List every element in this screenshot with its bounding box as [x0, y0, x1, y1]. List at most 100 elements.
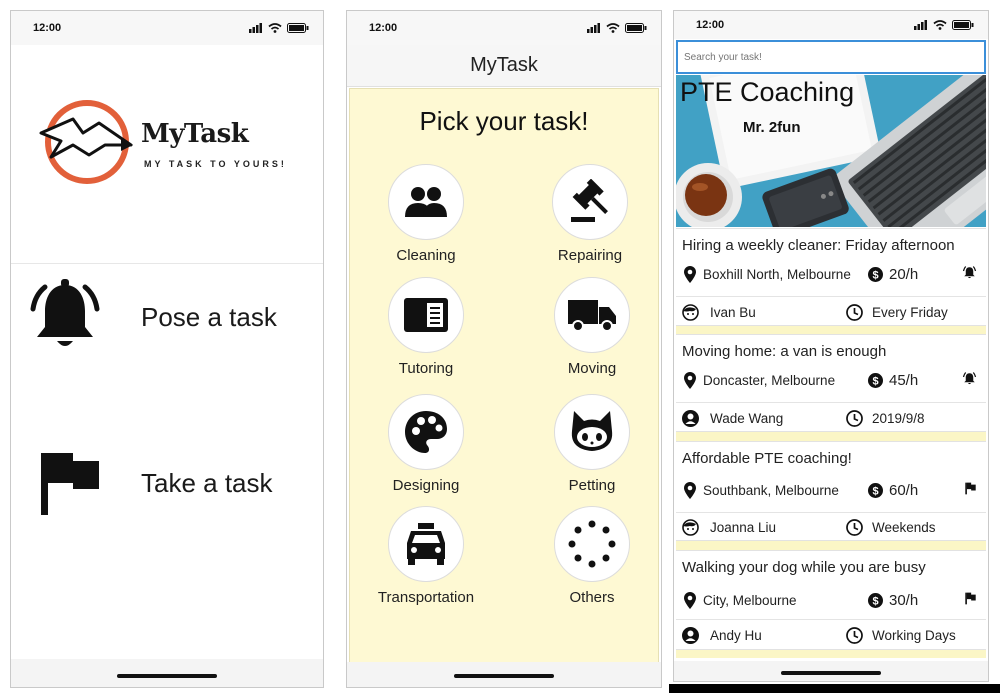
nav-bar: MyTask: [347, 45, 661, 87]
task-schedule-text: Every Friday: [872, 304, 948, 320]
task-list: Hiring a weekly cleaner: Friday afternoo…: [676, 228, 986, 658]
category-transportation[interactable]: Transportation: [366, 506, 486, 606]
task-poster: Wade Wang: [682, 409, 784, 427]
task-schedule: 2019/9/8: [846, 409, 925, 427]
divider: [11, 263, 323, 264]
status-bar: 12:00: [347, 11, 661, 45]
face-icon: [682, 303, 699, 321]
task-location: Southbank, Melbourne: [684, 481, 839, 499]
bell-icon: [962, 265, 977, 283]
task-card[interactable]: Moving home: a van is enough Doncaster, …: [676, 334, 986, 432]
task-schedule-text: 2019/9/8: [872, 410, 925, 426]
category-label: Cleaning: [396, 247, 456, 264]
category-label: Transportation: [377, 589, 475, 606]
flag-icon: [25, 441, 105, 526]
task-schedule: Weekends: [846, 518, 936, 536]
status-icons: [587, 23, 647, 33]
bell-icon: [962, 371, 977, 389]
battery-icon: [287, 23, 309, 33]
home-indicator[interactable]: [117, 674, 217, 678]
location-pin-icon: [684, 265, 696, 283]
task-poster-name: Wade Wang: [710, 410, 784, 426]
task-poster-name: Joanna Liu: [710, 519, 777, 535]
bell-icon: [25, 275, 105, 360]
flag-icon: [964, 482, 977, 498]
task-price: $ 45/h: [868, 372, 918, 389]
location-pin-icon: [684, 591, 696, 609]
status-time: 12:00: [369, 22, 398, 34]
pick-heading: Pick your task!: [419, 106, 589, 136]
dollar-icon: $: [868, 482, 883, 498]
task-title: Hiring a weekly cleaner: Friday afternoo…: [682, 237, 955, 254]
category-others[interactable]: Others: [532, 506, 652, 606]
clock-icon: [846, 303, 863, 321]
bottom-area: [11, 659, 323, 687]
task-card[interactable]: Hiring a weekly cleaner: Friday afternoo…: [676, 228, 986, 326]
category-tutoring[interactable]: Tutoring: [366, 277, 486, 377]
category-cleaning[interactable]: Cleaning: [366, 164, 486, 264]
task-location-text: Southbank, Melbourne: [703, 482, 839, 498]
search-input[interactable]: [676, 40, 986, 74]
category-petting[interactable]: Petting: [532, 394, 652, 494]
banner-subtitle: Mr. 2fun: [743, 119, 801, 136]
category-label: Petting: [568, 477, 616, 494]
task-card[interactable]: Walking your dog while you are busy City…: [676, 550, 986, 650]
pose-task-label: Pose a task: [141, 301, 277, 332]
task-schedule: Working Days: [846, 626, 956, 644]
category-label: Moving: [567, 360, 617, 377]
category-designing[interactable]: Designing: [366, 394, 486, 494]
status-time: 12:00: [696, 19, 725, 31]
clock-icon: [846, 626, 863, 644]
category-moving[interactable]: Moving: [532, 277, 652, 377]
location-pin-icon: [684, 371, 696, 389]
task-price: $ 20/h: [868, 266, 918, 283]
task-price-text: 30/h: [889, 591, 919, 609]
home-indicator[interactable]: [781, 671, 881, 675]
home-indicator[interactable]: [454, 674, 554, 678]
brand-name: MyTask: [141, 119, 249, 149]
face-icon: [682, 518, 699, 536]
pose-task-button[interactable]: Pose a task: [11, 267, 323, 367]
book-icon: [404, 298, 448, 332]
category-panel: Pick your task! Cleaning Repairing Tutor…: [349, 88, 659, 663]
task-title: Affordable PTE coaching!: [682, 450, 852, 467]
task-location-text: Doncaster, Melbourne: [703, 372, 836, 388]
task-title: Moving home: a van is enough: [682, 343, 887, 360]
signal-icon: [249, 23, 262, 33]
dollar-icon: $: [868, 592, 883, 608]
task-location: Doncaster, Melbourne: [684, 371, 836, 389]
svg-text:$: $: [872, 269, 878, 281]
cat-icon: [571, 411, 613, 451]
category-label: Tutoring: [398, 360, 454, 377]
featured-banner[interactable]: PTE Coaching Mr. 2fun: [676, 75, 986, 227]
status-time: 12:00: [33, 22, 62, 34]
tasks-screen: 12:00 PTE Coaching Mr. 2fun Hiring a wee…: [673, 10, 989, 682]
nav-title: MyTask: [470, 54, 538, 76]
task-card[interactable]: Affordable PTE coaching! Southbank, Melb…: [676, 441, 986, 541]
take-task-button[interactable]: Take a task: [11, 433, 323, 533]
task-price: $ 60/h: [868, 482, 918, 499]
dots-icon: [568, 520, 616, 568]
task-price-text: 60/h: [889, 481, 919, 499]
black-strip: [669, 684, 1000, 693]
task-location-text: City, Melbourne: [703, 592, 797, 608]
task-price: $ 30/h: [868, 592, 918, 609]
task-poster-name: Ivan Bu: [710, 304, 756, 320]
category-repairing[interactable]: Repairing: [530, 164, 650, 264]
task-poster-name: Andy Hu: [710, 627, 762, 643]
flag-icon: [964, 592, 977, 608]
signal-icon: [587, 23, 600, 33]
task-location-text: Boxhill North, Melbourne: [703, 266, 851, 282]
task-price-text: 45/h: [889, 371, 919, 389]
task-schedule: Every Friday: [846, 303, 948, 321]
palette-icon: [405, 411, 447, 453]
task-schedule-text: Working Days: [872, 627, 956, 643]
category-label: Others: [569, 589, 615, 606]
take-task-label: Take a task: [141, 467, 273, 498]
signal-icon: [914, 20, 927, 30]
clock-icon: [846, 518, 863, 536]
brand-tagline: MY TASK TO YOURS!: [144, 159, 287, 169]
task-poster: Ivan Bu: [682, 303, 756, 321]
truck-icon: [568, 300, 616, 332]
status-bar: 12:00: [674, 11, 988, 39]
